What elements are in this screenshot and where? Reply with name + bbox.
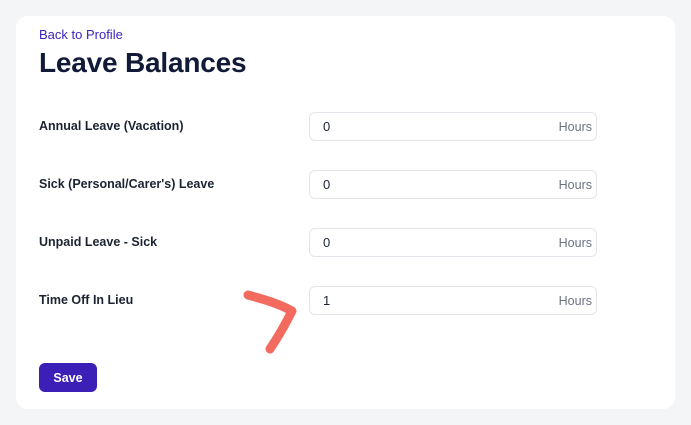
leave-row-unpaid-sick: Unpaid Leave - Sick Hours <box>39 228 597 258</box>
leave-row-toil: Time Off In Lieu Hours <box>39 286 597 316</box>
sick-leave-field[interactable]: Hours <box>309 170 597 199</box>
time-off-in-lieu-field[interactable]: Hours <box>309 286 597 315</box>
time-off-in-lieu-label: Time Off In Lieu <box>39 293 134 307</box>
annual-leave-label: Annual Leave (Vacation) <box>39 119 184 133</box>
time-off-in-lieu-unit: Hours <box>558 294 592 308</box>
annual-leave-unit: Hours <box>558 120 592 134</box>
unpaid-sick-leave-label: Unpaid Leave - Sick <box>39 235 158 249</box>
page-background: Back to Profile Leave Balances Annual Le… <box>0 0 691 425</box>
annual-leave-field[interactable]: Hours <box>309 112 597 141</box>
unpaid-sick-leave-unit: Hours <box>558 236 592 250</box>
leave-row-annual: Annual Leave (Vacation) Hours <box>39 112 597 142</box>
sick-leave-input[interactable] <box>310 171 543 198</box>
unpaid-sick-leave-input[interactable] <box>310 229 543 256</box>
back-to-profile-link[interactable]: Back to Profile <box>39 27 123 42</box>
unpaid-sick-leave-field[interactable]: Hours <box>309 228 597 257</box>
time-off-in-lieu-input[interactable] <box>310 287 543 314</box>
leave-row-sick: Sick (Personal/Carer's) Leave Hours <box>39 170 597 200</box>
sick-leave-unit: Hours <box>558 178 592 192</box>
page-title: Leave Balances <box>39 47 247 78</box>
leave-balances-card: Back to Profile Leave Balances Annual Le… <box>16 16 675 409</box>
sick-leave-label: Sick (Personal/Carer's) Leave <box>39 177 215 191</box>
save-button[interactable]: Save <box>39 363 97 392</box>
annual-leave-input[interactable] <box>310 113 543 140</box>
